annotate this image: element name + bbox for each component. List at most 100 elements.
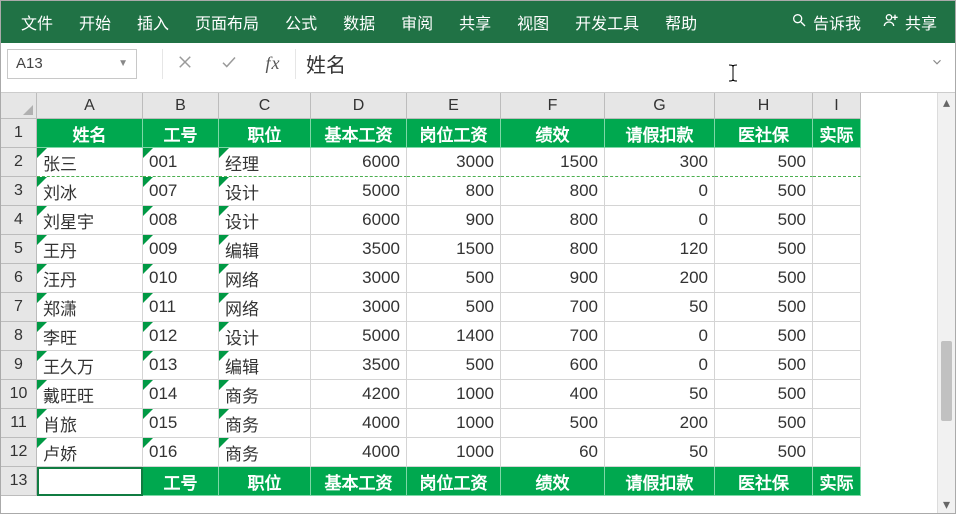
cell-r2-c4[interactable]: 3000: [407, 148, 501, 177]
scroll-up-button[interactable]: ▴: [938, 93, 955, 111]
cell-r12-c1[interactable]: 016: [143, 438, 219, 467]
cell-r10-c3[interactable]: 4200: [311, 380, 407, 409]
ribbon-tab-6[interactable]: 审阅: [389, 0, 445, 44]
row-header-10[interactable]: 10: [1, 380, 37, 409]
cells-grid[interactable]: 姓名工号职位基本工资岗位工资绩效请假扣款医社保实际张三001经理60003000…: [37, 119, 937, 513]
ribbon-tab-0[interactable]: 文件: [9, 0, 65, 44]
cell-r4-c7[interactable]: 500: [715, 206, 813, 235]
share-button[interactable]: 共享: [873, 2, 947, 42]
cell-r12-c5[interactable]: 60: [501, 438, 605, 467]
cell-r8-c7[interactable]: 500: [715, 322, 813, 351]
cell-r12-c4[interactable]: 1000: [407, 438, 501, 467]
name-box[interactable]: A13 ▼: [7, 49, 137, 79]
row-header-8[interactable]: 8: [1, 322, 37, 351]
cell-r4-c8[interactable]: [813, 206, 861, 235]
ribbon-tab-1[interactable]: 开始: [67, 0, 123, 44]
row-header-4[interactable]: 4: [1, 206, 37, 235]
cell-r3-c3[interactable]: 5000: [311, 177, 407, 206]
column-header-D[interactable]: D: [311, 93, 407, 118]
cell-r8-c6[interactable]: 0: [605, 322, 715, 351]
column-header-F[interactable]: F: [501, 93, 605, 118]
cell-r9-c6[interactable]: 0: [605, 351, 715, 380]
header-cell-6[interactable]: 请假扣款: [605, 119, 715, 148]
ribbon-tab-2[interactable]: 插入: [125, 0, 181, 44]
cell-r8-c4[interactable]: 1400: [407, 322, 501, 351]
ribbon-tab-5[interactable]: 数据: [331, 0, 387, 44]
column-header-C[interactable]: C: [219, 93, 311, 118]
header-cell-6[interactable]: 请假扣款: [605, 467, 715, 496]
header-cell-8[interactable]: 实际: [813, 467, 861, 496]
cell-r11-c8[interactable]: [813, 409, 861, 438]
cell-r7-c7[interactable]: 500: [715, 293, 813, 322]
cell-r4-c5[interactable]: 800: [501, 206, 605, 235]
cell-r6-c0[interactable]: 汪丹: [37, 264, 143, 293]
header-cell-4[interactable]: 岗位工资: [407, 467, 501, 496]
cell-r7-c4[interactable]: 500: [407, 293, 501, 322]
row-header-6[interactable]: 6: [1, 264, 37, 293]
header-cell-8[interactable]: 实际: [813, 119, 861, 148]
header-cell-1[interactable]: 工号: [143, 467, 219, 496]
cell-r10-c0[interactable]: 戴旺旺: [37, 380, 143, 409]
cell-r12-c7[interactable]: 500: [715, 438, 813, 467]
cell-r6-c5[interactable]: 900: [501, 264, 605, 293]
cell-r7-c0[interactable]: 郑潇: [37, 293, 143, 322]
cell-r11-c0[interactable]: 肖旅: [37, 409, 143, 438]
accept-formula-button[interactable]: [207, 49, 251, 79]
cell-r2-c7[interactable]: 500: [715, 148, 813, 177]
cell-r4-c1[interactable]: 008: [143, 206, 219, 235]
header-cell-5[interactable]: 绩效: [501, 119, 605, 148]
ribbon-tab-3[interactable]: 页面布局: [183, 0, 271, 44]
cell-r11-c7[interactable]: 500: [715, 409, 813, 438]
cell-r7-c6[interactable]: 50: [605, 293, 715, 322]
column-header-G[interactable]: G: [605, 93, 715, 118]
column-header-H[interactable]: H: [715, 93, 813, 118]
cell-r5-c6[interactable]: 120: [605, 235, 715, 264]
cell-r11-c3[interactable]: 4000: [311, 409, 407, 438]
cell-r6-c1[interactable]: 010: [143, 264, 219, 293]
cell-r9-c2[interactable]: 编辑: [219, 351, 311, 380]
cell-r5-c0[interactable]: 王丹: [37, 235, 143, 264]
row-header-9[interactable]: 9: [1, 351, 37, 380]
cell-r9-c4[interactable]: 500: [407, 351, 501, 380]
cell-r4-c2[interactable]: 设计: [219, 206, 311, 235]
formula-input[interactable]: 姓名: [295, 49, 925, 79]
cell-r12-c2[interactable]: 商务: [219, 438, 311, 467]
header-cell-3[interactable]: 基本工资: [311, 119, 407, 148]
cell-r9-c8[interactable]: [813, 351, 861, 380]
ribbon-tab-10[interactable]: 帮助: [653, 0, 709, 44]
cell-r5-c8[interactable]: [813, 235, 861, 264]
cell-r3-c2[interactable]: 设计: [219, 177, 311, 206]
cell-r10-c7[interactable]: 500: [715, 380, 813, 409]
cell-r2-c3[interactable]: 6000: [311, 148, 407, 177]
header-cell-7[interactable]: 医社保: [715, 467, 813, 496]
cell-r12-c8[interactable]: [813, 438, 861, 467]
cell-r8-c8[interactable]: [813, 322, 861, 351]
header-cell-0[interactable]: 姓名: [37, 467, 143, 496]
cell-r5-c3[interactable]: 3500: [311, 235, 407, 264]
scroll-thumb[interactable]: [941, 341, 952, 421]
header-cell-2[interactable]: 职位: [219, 467, 311, 496]
scroll-track[interactable]: [938, 111, 955, 495]
cell-r12-c3[interactable]: 4000: [311, 438, 407, 467]
cell-r7-c1[interactable]: 011: [143, 293, 219, 322]
cell-r10-c1[interactable]: 014: [143, 380, 219, 409]
cell-r5-c2[interactable]: 编辑: [219, 235, 311, 264]
cell-r12-c0[interactable]: 卢娇: [37, 438, 143, 467]
ribbon-tab-4[interactable]: 公式: [273, 0, 329, 44]
cell-r3-c5[interactable]: 800: [501, 177, 605, 206]
cell-r11-c5[interactable]: 500: [501, 409, 605, 438]
column-header-A[interactable]: A: [37, 93, 143, 118]
cell-r6-c2[interactable]: 网络: [219, 264, 311, 293]
header-cell-1[interactable]: 工号: [143, 119, 219, 148]
row-header-2[interactable]: 2: [1, 148, 37, 177]
select-all-corner[interactable]: [1, 93, 37, 119]
cell-r8-c0[interactable]: 李旺: [37, 322, 143, 351]
header-cell-3[interactable]: 基本工资: [311, 467, 407, 496]
row-header-7[interactable]: 7: [1, 293, 37, 322]
cell-r3-c7[interactable]: 500: [715, 177, 813, 206]
cell-r2-c2[interactable]: 经理: [219, 148, 311, 177]
cell-r4-c3[interactable]: 6000: [311, 206, 407, 235]
header-cell-5[interactable]: 绩效: [501, 467, 605, 496]
cell-r8-c5[interactable]: 700: [501, 322, 605, 351]
cell-r4-c0[interactable]: 刘星宇: [37, 206, 143, 235]
